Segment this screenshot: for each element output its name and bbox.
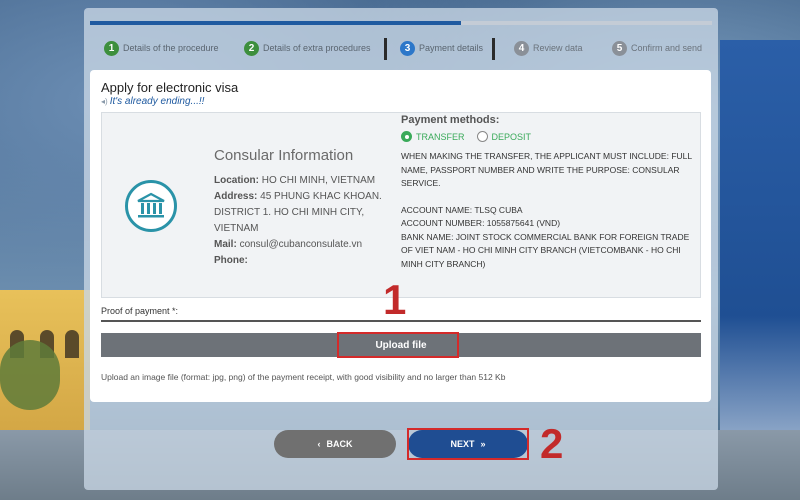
step-label: Details of the procedure: [123, 43, 219, 53]
bank-name: BANK NAME: JOINT STOCK COMMERCIAL BANK F…: [401, 231, 690, 269]
page-subtitle: ◂) It's already ending...!!: [101, 96, 204, 107]
address-label: Address:: [214, 191, 258, 202]
step-label: Confirm and send: [631, 43, 703, 53]
proof-of-payment-label: Proof of payment *:: [101, 306, 179, 316]
location-label: Location:: [214, 175, 259, 186]
annotation-highlight-next: [407, 428, 529, 460]
payment-methods-title: Payment methods:: [401, 114, 500, 126]
step-label: Details of extra procedures: [263, 43, 371, 53]
step-label: Review data: [533, 43, 583, 53]
phone-label: Phone:: [214, 255, 248, 266]
subtitle-text: It's already ending...!!: [109, 96, 205, 107]
speaker-icon: ◂): [101, 97, 108, 106]
location-value: HO CHI MINH, VIETNAM: [261, 175, 376, 186]
step-review-data[interactable]: 4 Review data: [514, 40, 583, 56]
step-number: 3: [400, 40, 415, 56]
step-number: 2: [244, 40, 259, 56]
transfer-instructions: WHEN MAKING THE TRANSFER, THE APPLICANT …: [401, 151, 692, 188]
step-details-procedure[interactable]: 1 Details of the procedure: [104, 40, 219, 56]
step-number: 1: [104, 40, 119, 56]
active-step-bracket-right: [492, 38, 495, 60]
deposit-radio[interactable]: [476, 131, 488, 142]
step-number: 5: [612, 40, 627, 56]
mail-value: consul@cubanconsulate.vn: [239, 239, 363, 250]
step-payment-details[interactable]: 3 Payment details: [400, 40, 483, 56]
upload-hint: Upload an image file (format: jpg, png) …: [101, 372, 506, 382]
account-name: ACCOUNT NAME: TLSQ CUBA: [401, 204, 523, 215]
mail-label: Mail:: [214, 239, 237, 250]
step-label: Payment details: [419, 43, 484, 53]
account-number: ACCOUNT NUMBER: 1055875641 (VND): [401, 218, 561, 228]
consular-title: Consular Information: [214, 147, 354, 164]
back-label: BACK: [326, 439, 353, 449]
bank-icon: [125, 180, 177, 232]
chevron-left-icon: ‹: [317, 439, 321, 449]
step-number: 4: [514, 40, 529, 56]
annotation-number-1: 1: [383, 276, 407, 323]
annotation-highlight-upload: [337, 332, 459, 358]
transfer-label[interactable]: TRANSFER: [416, 132, 465, 142]
annotation-number-2: 2: [540, 420, 564, 467]
step-extra-procedures[interactable]: 2 Details of extra procedures: [244, 40, 371, 56]
back-button[interactable]: ‹ BACK: [274, 430, 396, 458]
payment-instructions: WHEN MAKING THE TRANSFER, THE APPLICANT …: [401, 150, 697, 271]
step-confirm-send[interactable]: 5 Confirm and send: [612, 40, 702, 56]
progress-fill: [90, 21, 461, 25]
active-step-bracket-left: [384, 38, 387, 60]
page-title: Apply for electronic visa: [101, 80, 239, 95]
payment-method-options: TRANSFER DEPOSIT: [401, 131, 531, 142]
background-tree: [0, 340, 60, 410]
transfer-radio[interactable]: [401, 131, 412, 142]
consular-details: Location: HO CHI MINH, VIETNAM Address: …: [214, 173, 394, 269]
deposit-label[interactable]: DEPOSIT: [492, 132, 532, 142]
